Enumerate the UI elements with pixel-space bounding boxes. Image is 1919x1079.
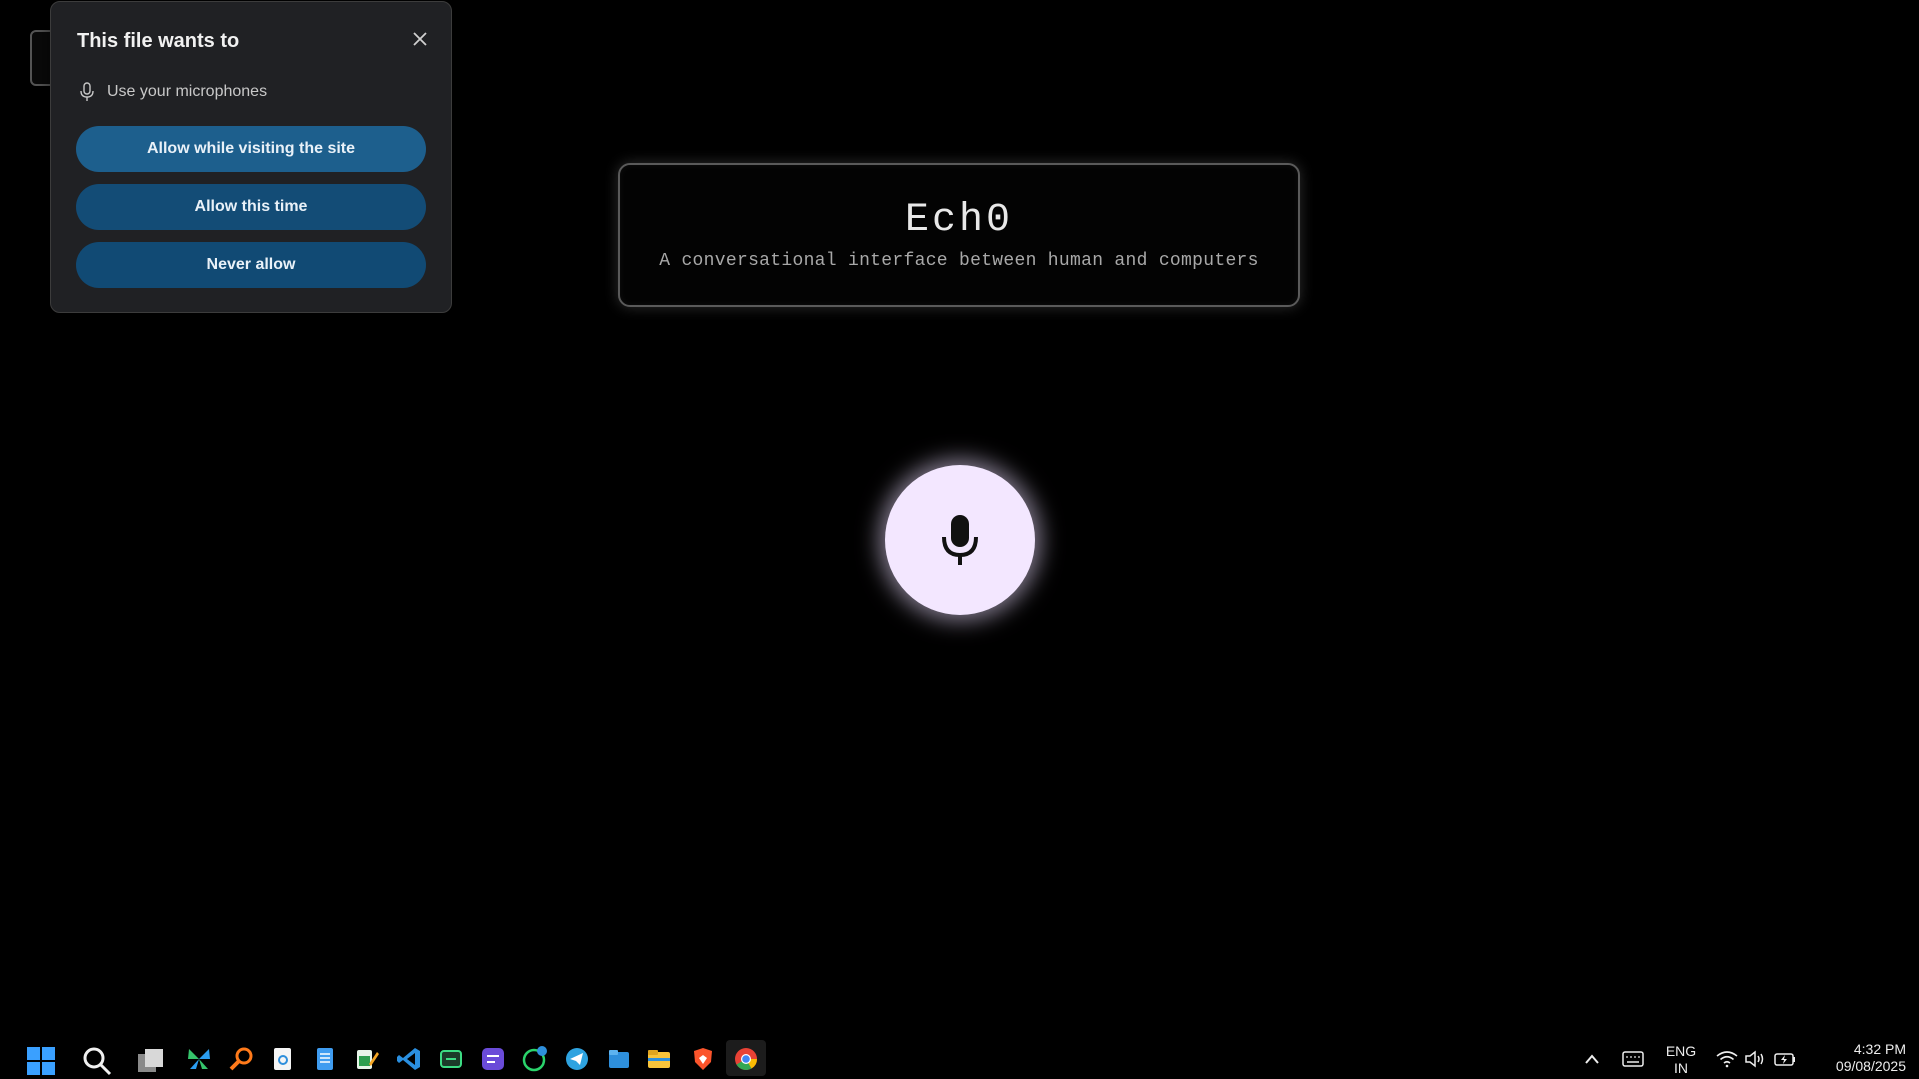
brave-browser-icon[interactable] — [690, 1046, 716, 1072]
wifi-icon[interactable] — [1716, 1050, 1738, 1068]
spreadsheet-edit-icon[interactable] — [354, 1046, 380, 1072]
allow-while-visiting-button[interactable]: Allow while visiting the site — [76, 126, 426, 172]
chevron-up-icon[interactable] — [1584, 1052, 1600, 1066]
terminal-app-icon[interactable] — [438, 1046, 464, 1072]
document-viewer-icon[interactable] — [270, 1046, 296, 1072]
close-icon[interactable] — [411, 30, 429, 48]
clock[interactable]: 4:32 PM 09/08/2025 — [1810, 1041, 1906, 1075]
notepad-icon[interactable] — [312, 1046, 338, 1072]
microphone-icon — [942, 515, 978, 565]
microphone-icon — [80, 82, 94, 101]
whatsapp-icon[interactable] — [522, 1046, 548, 1072]
telegram-icon[interactable] — [564, 1046, 590, 1072]
microphone-button[interactable] — [885, 465, 1035, 615]
permission-popup: This file wants to Use your microphones … — [50, 1, 452, 313]
permission-item-microphone: Use your microphones — [79, 82, 267, 102]
search-magnifier-app-icon[interactable] — [228, 1046, 254, 1072]
allow-this-time-button[interactable]: Allow this time — [76, 184, 426, 230]
language-region: IN — [1674, 1060, 1688, 1076]
vscode-icon[interactable] — [396, 1046, 422, 1072]
keyboard-icon[interactable] — [1622, 1051, 1644, 1067]
language-code: ENG — [1665, 1043, 1697, 1059]
search-icon[interactable] — [82, 1046, 112, 1076]
volume-icon[interactable] — [1744, 1050, 1766, 1068]
chrome-icon[interactable] — [733, 1046, 759, 1072]
app-subtitle: A conversational interface between human… — [659, 251, 1259, 271]
file-explorer-icon[interactable] — [646, 1046, 672, 1072]
hero-card: Ech0 A conversational interface between … — [618, 163, 1300, 307]
butterfly-app-icon[interactable] — [186, 1046, 212, 1072]
files-app-icon[interactable] — [606, 1046, 632, 1072]
clock-date: 09/08/2025 — [1835, 1058, 1906, 1074]
language-indicator[interactable]: ENG IN — [1660, 1043, 1702, 1077]
battery-icon[interactable] — [1774, 1050, 1796, 1068]
app-title: Ech0 — [904, 198, 1013, 243]
purple-app-icon[interactable] — [480, 1046, 506, 1072]
windows-start-icon[interactable] — [26, 1046, 56, 1076]
never-allow-button[interactable]: Never allow — [76, 242, 426, 288]
page: Ech0 A conversational interface between … — [0, 0, 1919, 1079]
clock-time: 4:32 PM — [1853, 1041, 1906, 1057]
task-view-icon[interactable] — [136, 1046, 166, 1076]
permission-item-label: Use your microphones — [107, 83, 268, 100]
popup-title: This file wants to — [77, 30, 240, 52]
